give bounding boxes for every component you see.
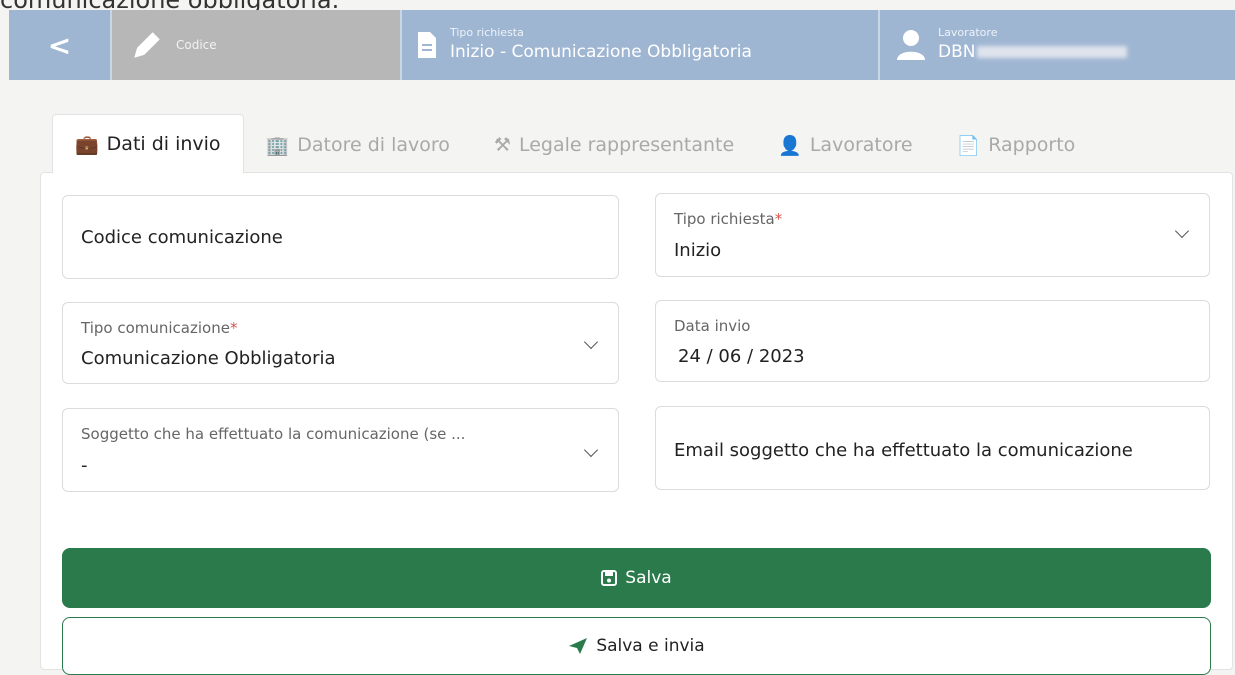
data-invio-value: 24 / 06 / 2023 <box>678 346 805 367</box>
tipo-comunicazione-label: Tipo comunicazione* <box>81 319 238 337</box>
file-icon: 📄 <box>956 134 981 157</box>
document-icon <box>418 32 436 58</box>
salva-e-invia-label: Salva e invia <box>596 636 705 656</box>
data-invio-field[interactable]: Data invio 24 / 06 / 2023 <box>655 300 1210 382</box>
codice-comunicazione-field[interactable]: Codice comunicazione <box>62 195 619 279</box>
paper-plane-icon <box>569 638 588 654</box>
tab-lavoratore[interactable]: 👤 Lavoratore <box>756 116 934 174</box>
pencil-icon <box>134 32 160 58</box>
tab-label: Lavoratore <box>809 134 913 156</box>
tab-label: Dati di invio <box>106 133 221 155</box>
tab-dati-di-invio[interactable]: 💼 Dati di invio <box>52 114 244 174</box>
building-icon: 🏢 <box>265 134 290 157</box>
briefcase-icon: 💼 <box>75 133 99 156</box>
user-icon: 👤 <box>778 134 802 157</box>
tab-label: Datore di lavoro <box>297 134 450 156</box>
tipo-comunicazione-value: Comunicazione Obbligatoria <box>81 348 336 369</box>
top-navigation-bar: < Codice Tipo richiesta Inizio - Comunic… <box>9 10 1235 80</box>
soggetto-label: Soggetto che ha effettuato la comunicazi… <box>81 425 466 443</box>
soggetto-value: - <box>81 455 88 476</box>
tipo-richiesta-caption: Tipo richiesta <box>450 26 524 40</box>
tipo-richiesta-select[interactable]: Tipo richiesta* Inizio <box>655 193 1210 277</box>
salva-label: Salva <box>625 568 672 588</box>
data-invio-label: Data invio <box>674 317 751 335</box>
tab-bar: 💼 Dati di invio 🏢 Datore di lavoro ⚒ Leg… <box>52 114 1097 174</box>
codice-label: Codice <box>176 38 217 52</box>
tipo-richiesta-header-value: Inizio - Comunicazione Obbligatoria <box>450 42 752 63</box>
lavoratore-header-value: DBN <box>938 42 976 63</box>
tipo-comunicazione-select[interactable]: Tipo comunicazione* Comunicazione Obblig… <box>62 302 619 384</box>
back-button[interactable]: < <box>9 10 112 80</box>
salva-e-invia-button[interactable]: Salva e invia <box>62 617 1211 675</box>
lavoratore-caption: Lavoratore <box>938 26 998 40</box>
chevron-down-icon <box>583 334 599 350</box>
save-icon <box>601 570 618 586</box>
chevron-down-icon <box>1174 223 1190 239</box>
soggetto-select[interactable]: Soggetto che ha effettuato la comunicazi… <box>62 408 619 492</box>
tab-label: Rapporto <box>988 134 1076 156</box>
codice-comunicazione-placeholder: Codice comunicazione <box>81 227 283 248</box>
user-icon <box>897 30 925 60</box>
tab-rapporto[interactable]: 📄 Rapporto <box>935 116 1098 174</box>
redacted-name <box>977 46 1128 59</box>
gavel-icon: ⚒ <box>493 134 511 156</box>
chevron-down-icon <box>583 442 599 458</box>
codice-step[interactable]: Codice <box>112 10 402 80</box>
tab-datore-di-lavoro[interactable]: 🏢 Datore di lavoro <box>244 116 472 174</box>
email-soggetto-placeholder: Email soggetto che ha effettuato la comu… <box>674 440 1133 461</box>
lavoratore-step[interactable]: Lavoratore DBN <box>880 10 1235 80</box>
email-soggetto-field[interactable]: Email soggetto che ha effettuato la comu… <box>655 406 1210 490</box>
tipo-richiesta-value: Inizio <box>674 240 722 261</box>
chevron-left-icon: < <box>47 28 72 62</box>
tipo-richiesta-step[interactable]: Tipo richiesta Inizio - Comunicazione Ob… <box>402 10 880 80</box>
tipo-richiesta-label: Tipo richiesta* <box>674 210 783 228</box>
tab-label: Legale rappresentante <box>518 134 735 156</box>
tab-legale-rappresentante[interactable]: ⚒ Legale rappresentante <box>472 116 756 174</box>
salva-button[interactable]: Salva <box>62 548 1211 608</box>
